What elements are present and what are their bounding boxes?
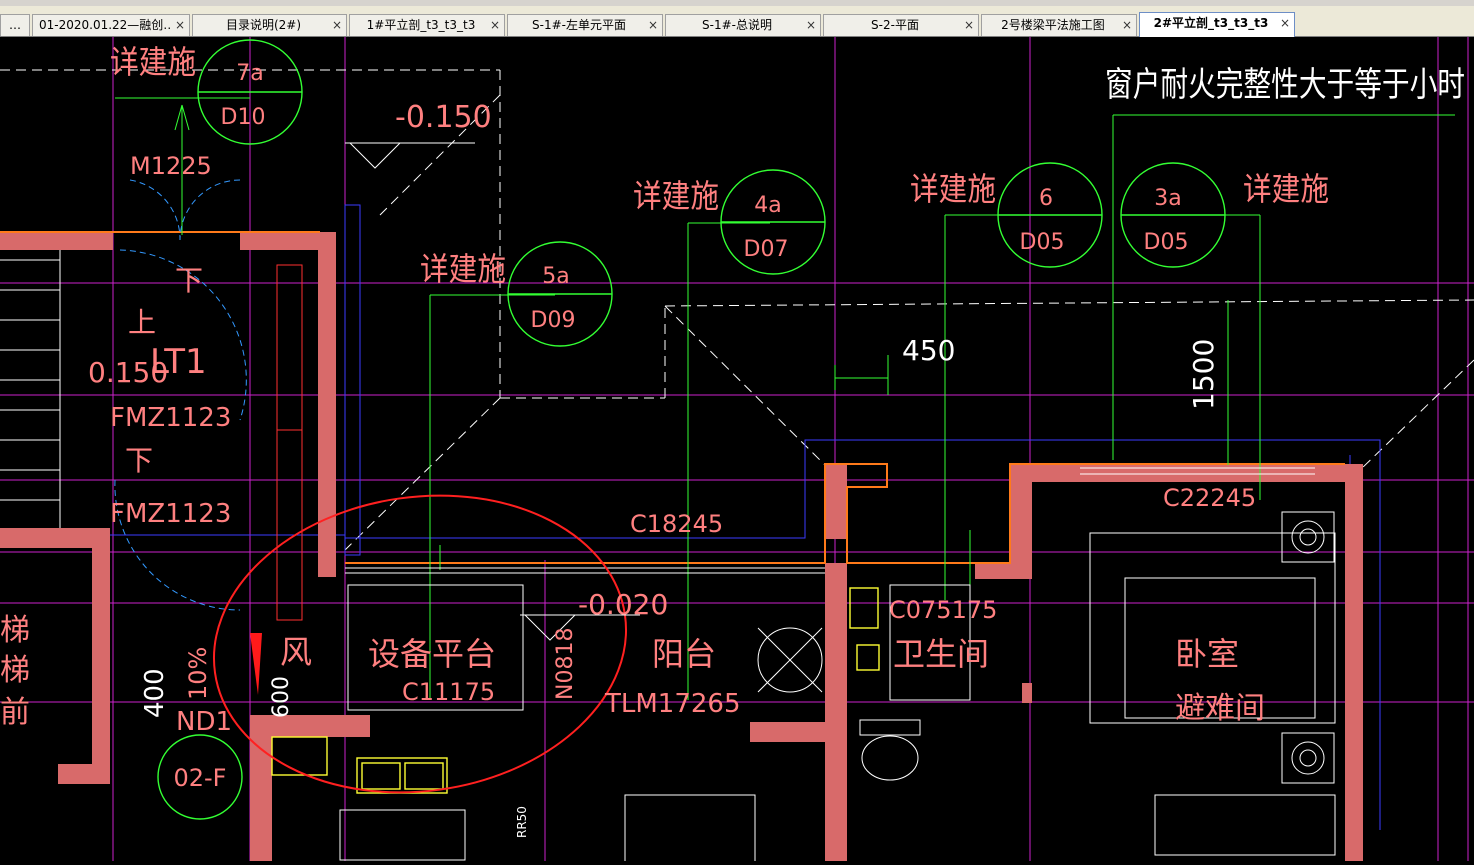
tab-label: S-2-平面 bbox=[871, 18, 919, 32]
note-fire-window: 窗户耐火完整性大于等于小时 bbox=[1105, 65, 1465, 105]
detail-sheet-d05b: D05 bbox=[1144, 230, 1189, 255]
tab-label: S-1#-总说明 bbox=[702, 18, 772, 32]
label-c11175: C11175 bbox=[402, 678, 495, 706]
detail-sheet-d09: D09 bbox=[531, 308, 576, 333]
tab-3[interactable]: 1#平立剖_t3_t3_t3 × bbox=[349, 14, 505, 36]
detail-num-4a: 4a bbox=[754, 193, 781, 218]
label-fmz1123-b: FMZ1123 bbox=[110, 499, 231, 529]
left-fragment-2: 梯 bbox=[0, 653, 30, 688]
tab-close-icon[interactable]: × bbox=[648, 15, 658, 35]
detail-num-5a: 5a bbox=[542, 264, 569, 289]
tab-label: 1#平立剖_t3_t3_t3 bbox=[366, 18, 476, 32]
left-fragment-3: 前 bbox=[0, 695, 30, 730]
tab-1[interactable]: 01-2020.01.22—融创… × bbox=[32, 14, 190, 36]
tab-label: 目录说明(2#) bbox=[225, 18, 302, 32]
detail-sheet-d10: D10 bbox=[221, 105, 266, 130]
label-fmz1123-a: FMZ1123 bbox=[110, 403, 231, 433]
label-tlm17265: TLM17265 bbox=[604, 689, 741, 719]
detail-label-5: 详建施 bbox=[1243, 170, 1329, 208]
label-stair-up: 上 bbox=[128, 306, 156, 339]
elevation-top: -0.150 bbox=[395, 100, 492, 135]
cad-drawing-canvas[interactable]: 窗户耐火完整性大于等于小时 -0.150 详建施 详建施 详建施 详建施 详建施… bbox=[0, 37, 1474, 865]
tab-8-active[interactable]: 2#平立剖_t3_t3_t3 × bbox=[1139, 12, 1295, 37]
tab-label: 2号楼梁平法施工图 bbox=[1001, 18, 1105, 32]
cad-floor-plan: 窗户耐火完整性大于等于小时 -0.150 详建施 详建施 详建施 详建施 详建施… bbox=[0, 37, 1474, 865]
detail-label-2: 详建施 bbox=[420, 250, 506, 288]
label-room-bedroom: 卧室 bbox=[1175, 635, 1239, 673]
detail-label-3: 详建施 bbox=[633, 177, 719, 215]
dim-1500: 1500 bbox=[1187, 339, 1220, 410]
label-room-balcony: 阳台 bbox=[652, 635, 716, 673]
tab-close-icon[interactable]: × bbox=[964, 15, 974, 35]
tab-close-icon[interactable]: × bbox=[175, 15, 185, 35]
tab-fragment[interactable]: … bbox=[0, 14, 30, 36]
axis-label-02f: 02-F bbox=[173, 764, 226, 792]
left-fragment-1: 梯 bbox=[0, 613, 30, 648]
tab-6[interactable]: S-2-平面 × bbox=[823, 14, 979, 36]
label-wind: 风 bbox=[280, 633, 312, 671]
label-c075175: C075175 bbox=[889, 596, 997, 624]
tab-4[interactable]: S-1#-左单元平面 × bbox=[507, 14, 663, 36]
dim-10pct: 10% bbox=[184, 647, 212, 700]
tab-2[interactable]: 目录说明(2#) × bbox=[192, 14, 347, 36]
detail-sheet-d07: D07 bbox=[744, 237, 789, 262]
detail-num-6: 6 bbox=[1039, 186, 1053, 211]
label-nd1: ND1 bbox=[176, 707, 232, 737]
label-room-equipment: 设备平台 bbox=[368, 635, 496, 673]
dim-600: 600 bbox=[269, 676, 294, 718]
label-c22245: C22245 bbox=[1163, 484, 1256, 512]
tab-7[interactable]: 2号楼梁平法施工图 × bbox=[981, 14, 1137, 36]
tab-5[interactable]: S-1#-总说明 × bbox=[665, 14, 821, 36]
tab-label: 01-2020.01.22—融创… bbox=[39, 18, 171, 32]
tab-close-icon[interactable]: × bbox=[1122, 15, 1132, 35]
tab-close-icon[interactable]: × bbox=[490, 15, 500, 35]
label-c18245: C18245 bbox=[630, 510, 723, 538]
tab-close-icon[interactable]: × bbox=[1280, 13, 1290, 33]
document-tab-bar: … 01-2020.01.22—融创… × 目录说明(2#) × 1#平立剖_t… bbox=[0, 6, 1474, 37]
detail-label-1: 详建施 bbox=[110, 43, 196, 81]
label-m1225: M1225 bbox=[130, 152, 212, 180]
tab-close-icon[interactable]: × bbox=[332, 15, 342, 35]
tab-close-icon[interactable]: × bbox=[806, 15, 816, 35]
label-stair-down1: 下 bbox=[175, 264, 203, 297]
detail-num-3a: 3a bbox=[1154, 186, 1181, 211]
label-stair-down2: 下 bbox=[125, 444, 153, 477]
label-elevation-stair: 0.150 bbox=[88, 356, 168, 389]
tab-label: S-1#-左单元平面 bbox=[532, 18, 626, 32]
label-room-bathroom: 卫生间 bbox=[893, 635, 989, 673]
detail-sheet-d05a: D05 bbox=[1020, 230, 1065, 255]
tab-label: 2#平立剖_t3_t3_t3 bbox=[1153, 16, 1269, 30]
dim-450: 450 bbox=[902, 334, 955, 367]
dim-400: 400 bbox=[140, 668, 170, 718]
label-elevation-balcony: -0.020 bbox=[578, 588, 668, 621]
detail-num-7a: 7a bbox=[236, 61, 263, 86]
label-n0818: N0818 bbox=[553, 628, 578, 700]
tab-label: … bbox=[9, 18, 21, 32]
label-rr50: RR50 bbox=[515, 806, 529, 838]
detail-label-4: 详建施 bbox=[910, 170, 996, 208]
label-room-refuge: 避难间 bbox=[1175, 691, 1265, 726]
